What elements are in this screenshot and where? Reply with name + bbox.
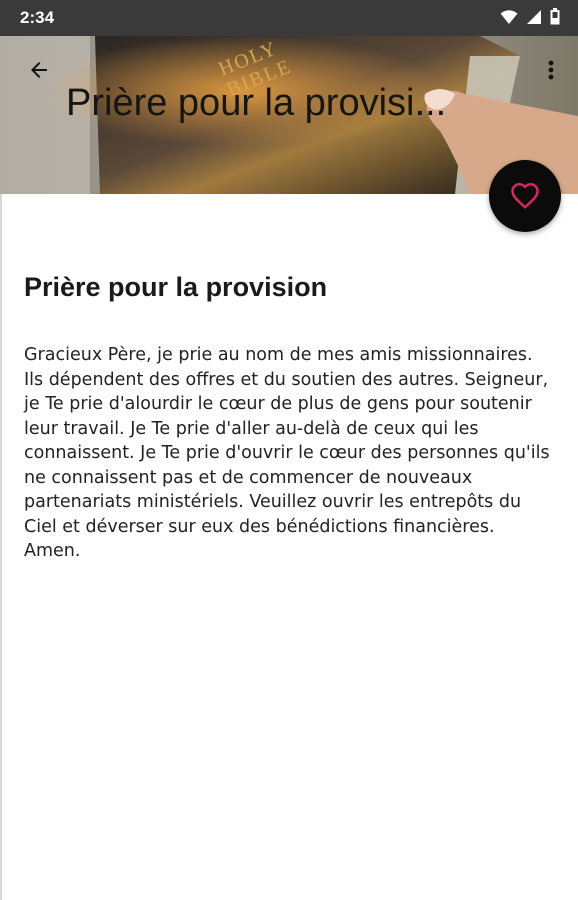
status-icons [500,8,560,25]
divider [0,194,2,900]
status-bar: 2:34 [0,0,578,36]
back-arrow-icon [31,62,47,78]
toolbar-title: Prière pour la provisi... [66,82,447,124]
header-image: HOLY BIBLE Prière pour la provisi... [0,36,578,194]
wifi-icon [500,9,518,24]
battery-icon [550,8,560,25]
back-button[interactable] [19,50,59,90]
status-time: 2:34 [20,8,55,27]
more-vert-icon [548,60,554,80]
signal-icon [527,9,541,24]
article: Prière pour la provision Gracieux Père, … [24,272,554,564]
article-body: Gracieux Père, je prie au nom de mes ami… [24,345,550,561]
heart-icon [511,182,539,209]
article-heading: Prière pour la provision [24,272,328,302]
favorite-button[interactable] [489,160,561,232]
more-options-button[interactable] [531,50,571,90]
